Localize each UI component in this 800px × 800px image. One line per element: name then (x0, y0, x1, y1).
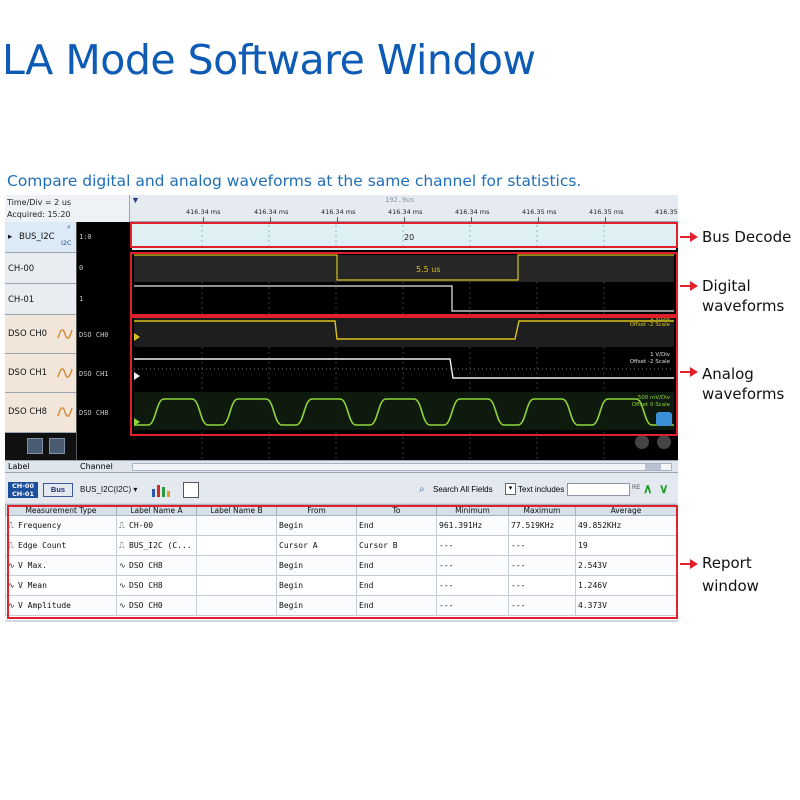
search-icon[interactable]: ⌕ (67, 223, 71, 232)
search-prev-icon[interactable]: ∧ (643, 481, 653, 497)
label-column-header: Label (8, 462, 30, 471)
channel-label-column: ▸ BUS_I2C I2C ⌕ CH-00 CH-01 DSO CH0 DSO … (5, 222, 76, 460)
digital-arrow (680, 281, 698, 291)
bus-decode-arrow (680, 232, 698, 242)
time-tick: 416.35 ms (655, 208, 678, 216)
horizontal-scrollbar[interactable] (132, 463, 672, 471)
channel-dso-ch0: DSO CH0 (79, 331, 109, 339)
text-includes-input[interactable] (567, 483, 630, 496)
ch-badge-line-1: CH-00 (12, 482, 34, 490)
time-tick: 416.34 ms (455, 208, 490, 216)
label-dso-ch1: DSO CH1 (8, 368, 48, 378)
bus-decode-highlight (130, 222, 678, 248)
label-ch-00: CH-00 (8, 264, 35, 274)
page-subtitle: Compare digital and analog waveforms at … (7, 172, 582, 190)
bus-select[interactable]: BUS_I2C(I2C) ▾ (80, 485, 137, 494)
cursor-marker-icon[interactable]: ▼ (131, 195, 140, 205)
time-axis: 416.34 ms 416.34 ms 416.34 ms 416.34 ms … (131, 208, 678, 222)
digital-highlight (130, 252, 678, 316)
search-scope-label: Search All Fields (433, 485, 493, 494)
channel-column-header: Channel (80, 462, 113, 471)
bus-protocol-tag: I2C (61, 239, 72, 247)
scroll-thumb[interactable] (645, 464, 661, 470)
time-tick: 416.34 ms (186, 208, 221, 216)
chevron-down-icon: ▾ (133, 485, 138, 494)
channel-dso-ch1: DSO CH1 (79, 370, 109, 378)
label-row-dso-ch1[interactable]: DSO CH1 (5, 354, 76, 393)
sine-wave-icon (57, 329, 73, 339)
channel-ch-01: 1 (79, 295, 84, 303)
time-info-panel: Time/Div = 2 us Acquired: 15:20 (5, 195, 130, 222)
annotation-report-2: window (702, 577, 759, 595)
report-highlight (7, 505, 678, 619)
channel-column: 1:0 0 1 DSO CH0 DSO CH1 DSO CH8 (76, 222, 130, 460)
search-scope-dropdown[interactable]: ▾ (505, 483, 516, 495)
label-button-bar (5, 433, 76, 460)
bus-button[interactable]: Bus (43, 483, 73, 497)
label-ch-01: CH-01 (8, 295, 35, 305)
statistics-chart-icon[interactable] (151, 483, 171, 497)
analog-highlight (130, 316, 678, 436)
time-bar: Time/Div = 2 us Acquired: 15:20 ▼ 192.9u… (5, 195, 678, 222)
label-dso-ch0: DSO CH0 (8, 329, 48, 339)
analog-arrow (680, 367, 698, 377)
annotation-analog-1: Analog (702, 365, 754, 383)
report-arrow (680, 559, 698, 569)
time-tick: 416.35 ms (589, 208, 624, 216)
la-software-window: Time/Div = 2 us Acquired: 15:20 ▼ 192.9u… (5, 195, 678, 622)
regex-toggle[interactable]: RE (632, 485, 640, 491)
label-row-bus-i2c[interactable]: ▸ BUS_I2C I2C ⌕ (5, 222, 76, 253)
search-next-icon[interactable]: ∨ (659, 481, 669, 497)
sine-wave-icon (57, 368, 73, 378)
export-report-icon[interactable] (183, 482, 199, 498)
annotation-digital-2: waveforms (702, 297, 785, 315)
channel-bus-i2c: 1:0 (79, 233, 92, 241)
annotation-digital-1: Digital (702, 277, 751, 295)
magnifier-icon: ⌕ (419, 484, 425, 495)
time-div-readout[interactable]: Time/Div = 2 us (7, 198, 71, 207)
page-title: LA Mode Software Window (2, 36, 536, 84)
annotation-bus-decode: Bus Decode (702, 228, 792, 246)
label-dso-ch8: DSO CH8 (8, 407, 48, 417)
label-row-ch-00[interactable]: CH-00 (5, 253, 76, 284)
annotation-report-1: Report (702, 554, 752, 572)
bus-select-value: BUS_I2C(I2C) (80, 485, 132, 494)
expand-icon[interactable]: ▸ (8, 232, 12, 242)
time-tick: 416.34 ms (388, 208, 423, 216)
time-tick: 416.34 ms (254, 208, 289, 216)
time-tick: 416.35 ms (522, 208, 557, 216)
label-row-dso-ch8[interactable]: DSO CH8 (5, 393, 76, 433)
label-row-ch-01[interactable]: CH-01 (5, 284, 76, 315)
settings-gear-icon[interactable] (657, 435, 671, 449)
report-toolbar: CH-00 CH-01 Bus BUS_I2C(I2C) ▾ ⌕ Search … (5, 473, 678, 503)
acquired-readout: Acquired: 15:20 (7, 210, 71, 219)
remove-channel-button[interactable] (49, 438, 65, 454)
sine-wave-icon (57, 407, 73, 417)
text-includes-label: Text includes (518, 485, 565, 494)
label-bus-i2c: BUS_I2C (19, 232, 55, 242)
label-row-dso-ch0[interactable]: DSO CH0 (5, 315, 76, 354)
channel-dso-ch8: DSO CH8 (79, 409, 109, 417)
annotation-analog-2: waveforms (702, 385, 785, 403)
time-tick: 416.34 ms (321, 208, 356, 216)
add-channel-button[interactable] (27, 438, 43, 454)
center-time: 192.9us (385, 196, 415, 204)
channel-ch-00: 0 (79, 264, 84, 272)
zoom-out-button[interactable] (635, 435, 649, 449)
ch-badge-line-2: CH-01 (12, 490, 34, 498)
channel-selector-button[interactable]: CH-00 CH-01 (8, 482, 38, 498)
search-field-selector[interactable]: ⌕ Search All Fields (417, 483, 505, 497)
label-channel-header: Label Channel (5, 460, 678, 473)
